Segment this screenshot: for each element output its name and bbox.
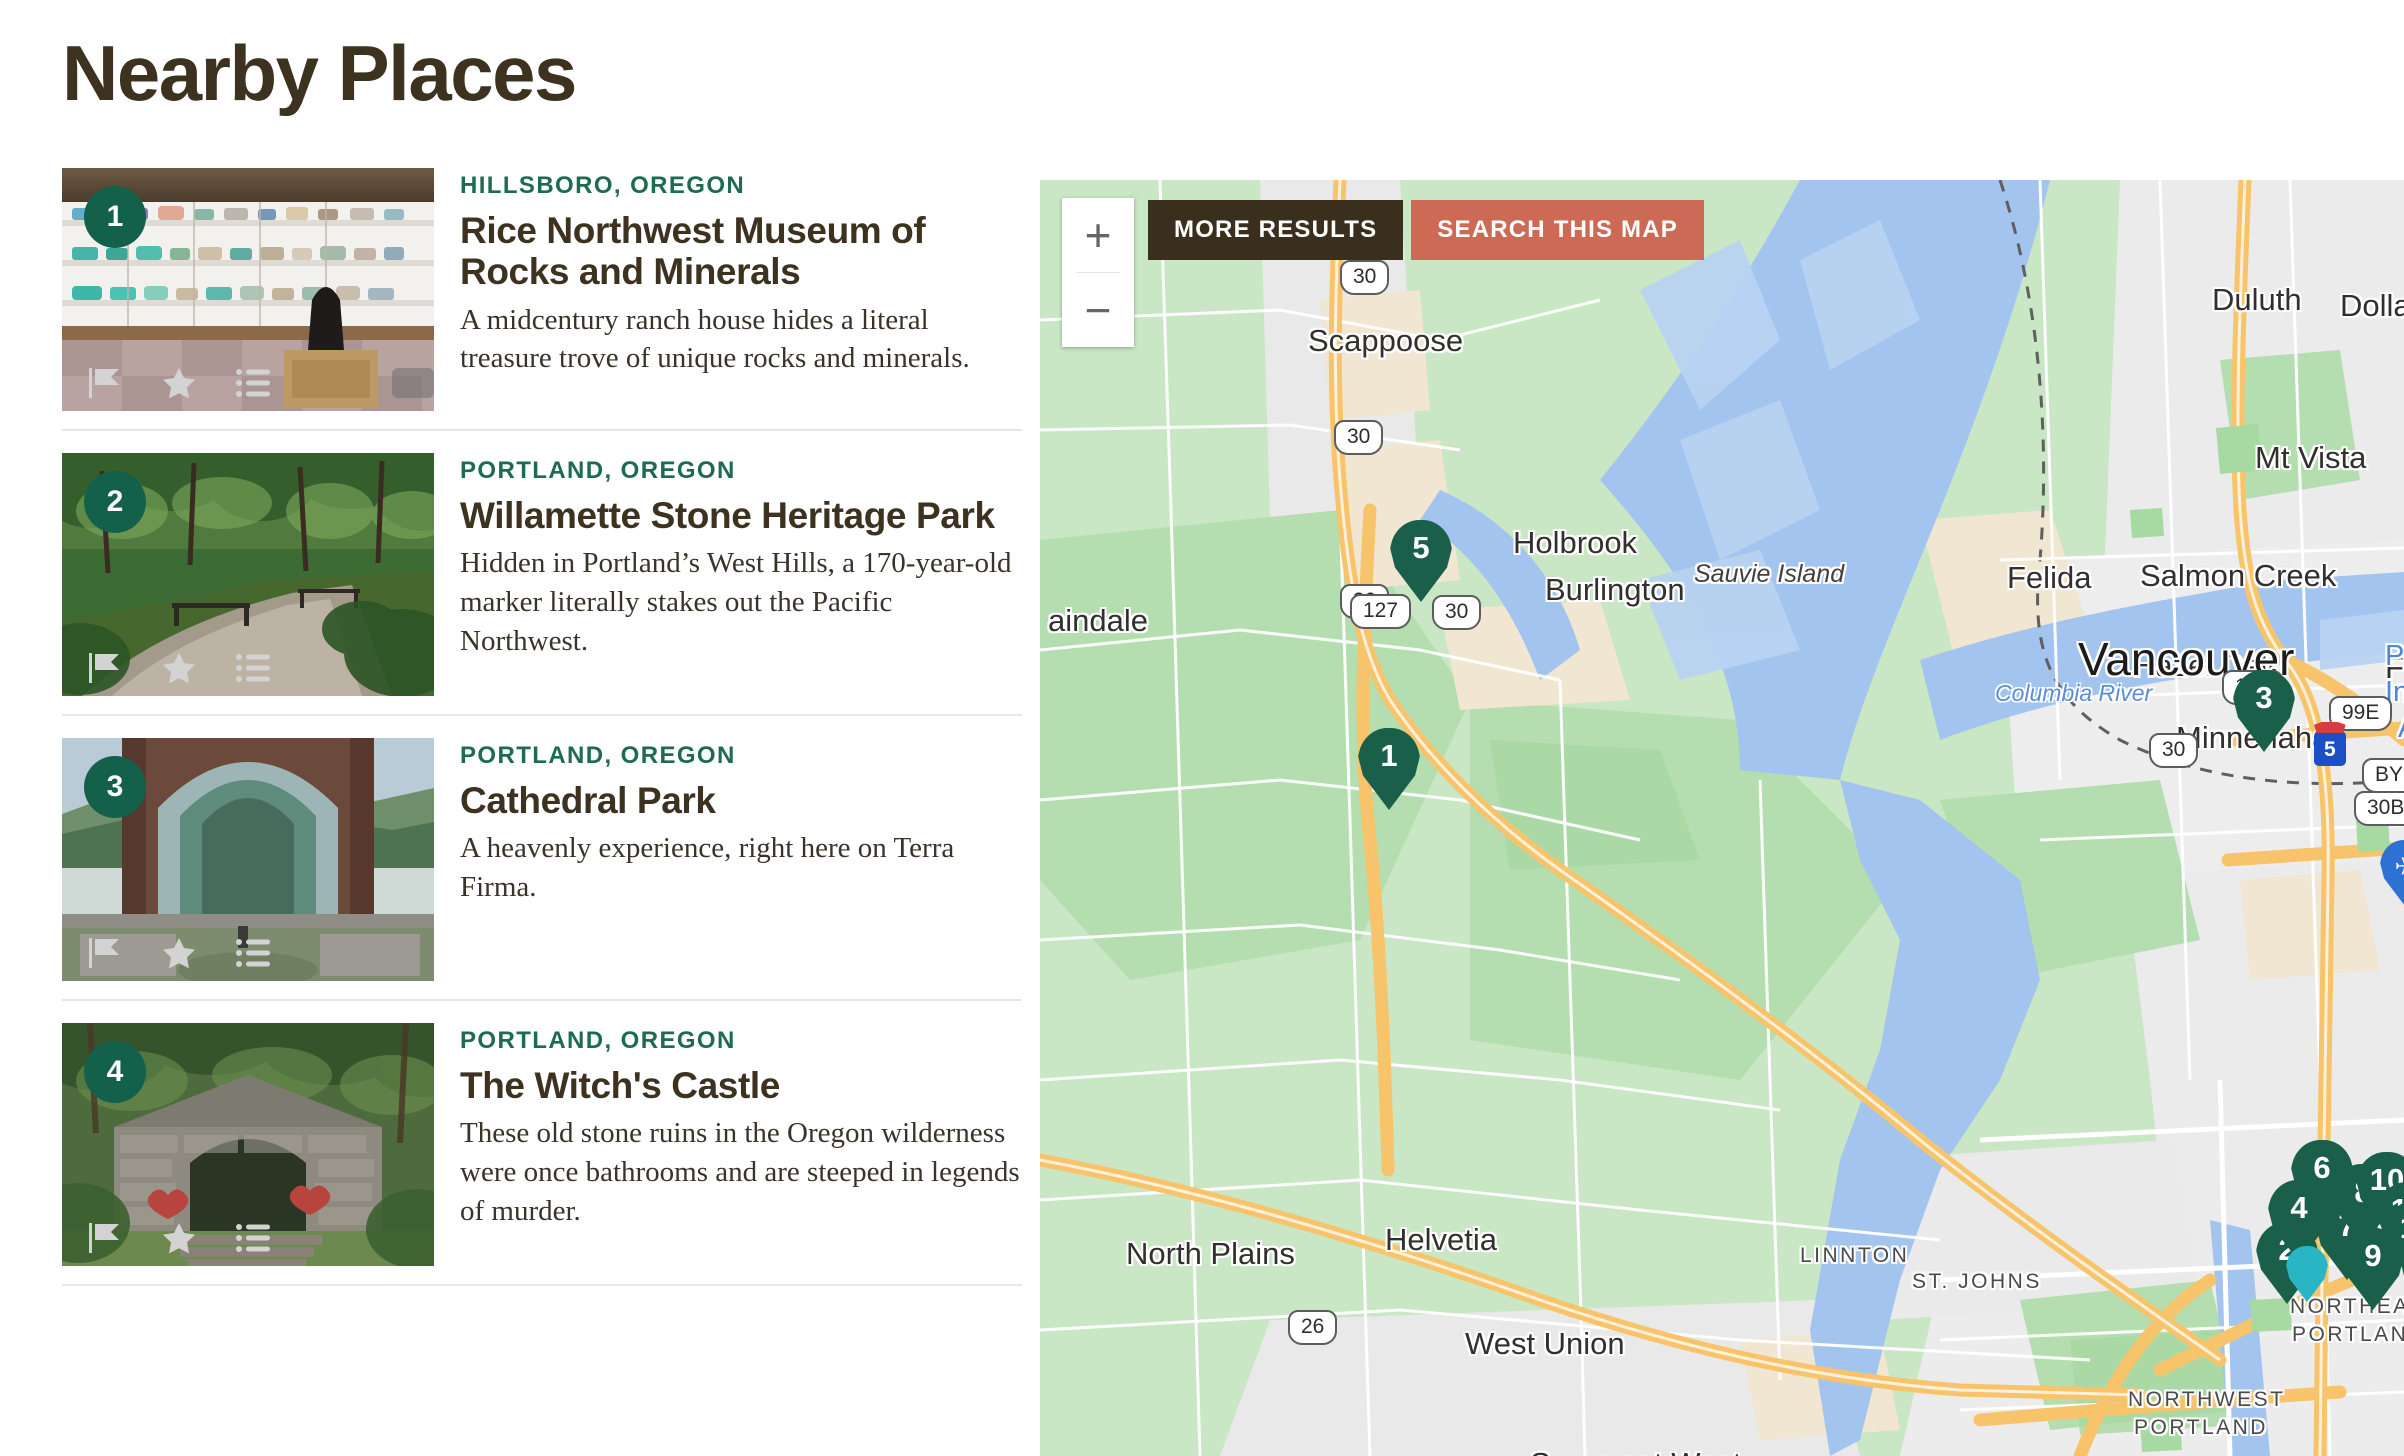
airplane-icon: ✈ [2380, 852, 2404, 882]
star-icon[interactable] [162, 1222, 196, 1254]
star-icon[interactable] [162, 937, 196, 969]
map-pin[interactable]: 1 [1358, 728, 1420, 810]
map-basemap[interactable] [1040, 180, 2404, 1456]
result-description: A heavenly experience, right here on Ter… [460, 832, 955, 903]
star-icon[interactable] [162, 367, 196, 399]
results-list[interactable]: 1 HILLSBORO, OREGON Rice Northwest Museu… [62, 168, 1022, 1456]
airport-marker-icon[interactable]: ✈ [2380, 840, 2404, 906]
result-title[interactable]: Cathedral Park [460, 780, 1022, 821]
flag-icon[interactable] [88, 1222, 122, 1254]
page-title: Nearby Places [62, 29, 577, 117]
list-icon[interactable] [236, 937, 270, 969]
card-actions[interactable] [88, 367, 270, 399]
result-description: Hidden in Portland’s West Hills, a 170-y… [460, 547, 1012, 657]
map-pin-number: 15 [2400, 1242, 2404, 1278]
search-this-map-button[interactable]: SEARCH THIS MAP [1411, 200, 1704, 260]
result-content: PORTLAND, OREGON The Witch's Castle Thes… [460, 1023, 1022, 1266]
result-title[interactable]: Willamette Stone Heritage Park [460, 495, 1022, 536]
flag-icon[interactable] [88, 652, 122, 684]
map-zoom-controls[interactable]: + − [1062, 198, 1134, 347]
card-actions[interactable] [88, 937, 270, 969]
list-item[interactable]: 3 PORTLAND, OREGON Cathedral Park A heav… [62, 738, 1022, 1001]
list-icon[interactable] [236, 652, 270, 684]
more-results-button[interactable]: MORE RESULTS [1148, 200, 1404, 260]
map-pin-number: 5 [1412, 530, 1430, 565]
result-description: A midcentury ranch house hides a literal… [460, 303, 970, 375]
result-description: These old stone ruins in the Oregon wild… [460, 1117, 1020, 1227]
result-location: HILLSBORO, OREGON [460, 172, 746, 199]
flag-icon[interactable] [88, 937, 122, 969]
list-icon[interactable] [236, 367, 270, 399]
list-item[interactable]: 4 PORTLAND, OREGON The Witch's Castle Th… [62, 1023, 1022, 1286]
result-content: PORTLAND, OREGON Willamette Stone Herita… [460, 453, 1022, 696]
map-pin[interactable]: 3 [2233, 670, 2295, 752]
zoom-in-button[interactable]: + [1062, 198, 1134, 272]
result-location: PORTLAND, OREGON [460, 742, 736, 769]
result-location: PORTLAND, OREGON [460, 1027, 736, 1054]
card-actions[interactable] [88, 1222, 270, 1254]
result-badge: 2 [84, 471, 146, 533]
flag-icon[interactable] [88, 367, 122, 399]
map-pin-number: 1 [1380, 738, 1398, 773]
star-icon[interactable] [162, 652, 196, 684]
map-pin-number: 3 [2255, 680, 2273, 715]
map-pin[interactable]: 5 [1390, 520, 1452, 602]
list-item[interactable]: 1 HILLSBORO, OREGON Rice Northwest Museu… [62, 168, 1022, 431]
result-title[interactable]: Rice Northwest Museum of Rocks and Miner… [460, 210, 1022, 293]
result-badge: 3 [84, 756, 146, 818]
map-panel[interactable]: + − MORE RESULTS SEARCH THIS MAP Scappoo… [1040, 180, 2404, 1456]
result-location: PORTLAND, OREGON [460, 457, 736, 484]
card-actions[interactable] [88, 652, 270, 684]
result-title[interactable]: The Witch's Castle [460, 1065, 1022, 1106]
result-badge: 1 [84, 186, 146, 248]
list-icon[interactable] [236, 1222, 270, 1254]
result-content: HILLSBORO, OREGON Rice Northwest Museum … [460, 168, 1022, 411]
map-pin-shape [2286, 1246, 2328, 1302]
current-location-marker-icon[interactable] [2286, 1246, 2328, 1302]
result-badge: 4 [84, 1041, 146, 1103]
map-pin[interactable]: 15 [2400, 1232, 2404, 1314]
list-item[interactable]: 2 PORTLAND, OREGON Willamette Stone Heri… [62, 453, 1022, 716]
zoom-out-button[interactable]: − [1062, 273, 1134, 347]
result-content: PORTLAND, OREGON Cathedral Park A heaven… [460, 738, 1022, 981]
map-action-buttons[interactable]: MORE RESULTS SEARCH THIS MAP [1148, 200, 1704, 260]
nearby-places-page: Nearby Places 1 HILLSBORO, OREGON Rice N… [0, 0, 2404, 1456]
